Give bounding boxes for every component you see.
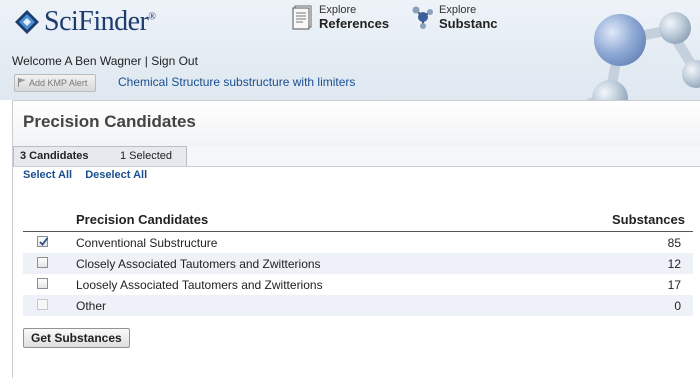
get-substances-button[interactable]: Get Substances: [23, 328, 130, 348]
select-all-link[interactable]: Select All: [23, 169, 72, 181]
explore-substances-label: Substanc: [439, 16, 498, 31]
candidate-name: Conventional Substructure: [76, 236, 218, 250]
scifinder-logo-icon: [15, 10, 39, 34]
panel-header: Precision Candidates: [13, 101, 700, 147]
add-kmp-alert-button[interactable]: Add KMP Alert: [14, 74, 97, 92]
explore-references-label: References: [319, 16, 390, 31]
selection-links: Select All Deselect All: [23, 169, 157, 181]
molecule-icon: [412, 6, 433, 29]
column-header-candidates: Precision Candidates: [76, 212, 209, 227]
brand-name: SciFinder®: [44, 6, 156, 37]
add-kmp-alert-label: Add KMP Alert: [29, 78, 88, 88]
table-row: Other 0: [23, 295, 693, 316]
substance-count: 17: [667, 278, 681, 292]
checkmark-icon: [39, 237, 49, 246]
row-checkbox[interactable]: [37, 257, 48, 268]
candidate-name: Closely Associated Tautomers and Zwitter…: [76, 257, 321, 271]
user-separator: |: [144, 54, 148, 68]
table-row: Closely Associated Tautomers and Zwitter…: [23, 253, 693, 274]
candidates-count: 3 Candidates: [20, 150, 89, 162]
panel-title: Precision Candidates: [23, 112, 196, 131]
scifinder-logo[interactable]: SciFinder®: [14, 6, 156, 38]
row-checkbox[interactable]: [37, 236, 49, 247]
row-checkbox[interactable]: [37, 278, 48, 289]
row-checkbox-disabled: [37, 299, 48, 310]
flag-icon: [18, 78, 26, 87]
substance-count: 85: [667, 236, 681, 250]
document-icon: [292, 5, 312, 30]
candidate-name: Loosely Associated Tautomers and Zwitter…: [76, 278, 323, 292]
sign-out-link[interactable]: Sign Out: [151, 54, 198, 68]
table-row: Conventional Substructure 85: [23, 232, 693, 253]
candidates-table: Precision Candidates Substances Conventi…: [23, 209, 693, 316]
candidate-name: Other: [76, 299, 107, 313]
molecule-graphic: [560, 12, 700, 110]
column-header-substances: Substances: [612, 212, 685, 227]
deselect-all-link[interactable]: Deselect All: [85, 169, 147, 181]
table-row: Loosely Associated Tautomers and Zwitter…: [23, 274, 693, 295]
candidates-tab-bar: 3 Candidates 1 Selected: [13, 146, 700, 167]
substance-count: 12: [667, 257, 681, 271]
explore-references-nav[interactable]: Explore References: [292, 4, 389, 30]
selected-count: 1 Selected: [120, 150, 172, 162]
tab-candidates[interactable]: 3 Candidates 1 Selected: [13, 146, 187, 166]
substance-count: 0: [674, 299, 681, 313]
user-bar: Welcome A Ben Wagner | Sign Out: [12, 54, 198, 68]
explore-substances-nav[interactable]: Explore Substanc: [412, 4, 498, 30]
table-header: Precision Candidates Substances: [23, 209, 693, 232]
query-description: Chemical Structure substructure with lim…: [118, 75, 356, 89]
precision-candidates-panel: Precision Candidates 3 Candidates 1 Sele…: [12, 100, 700, 378]
welcome-text: Welcome A Ben Wagner: [12, 54, 142, 68]
